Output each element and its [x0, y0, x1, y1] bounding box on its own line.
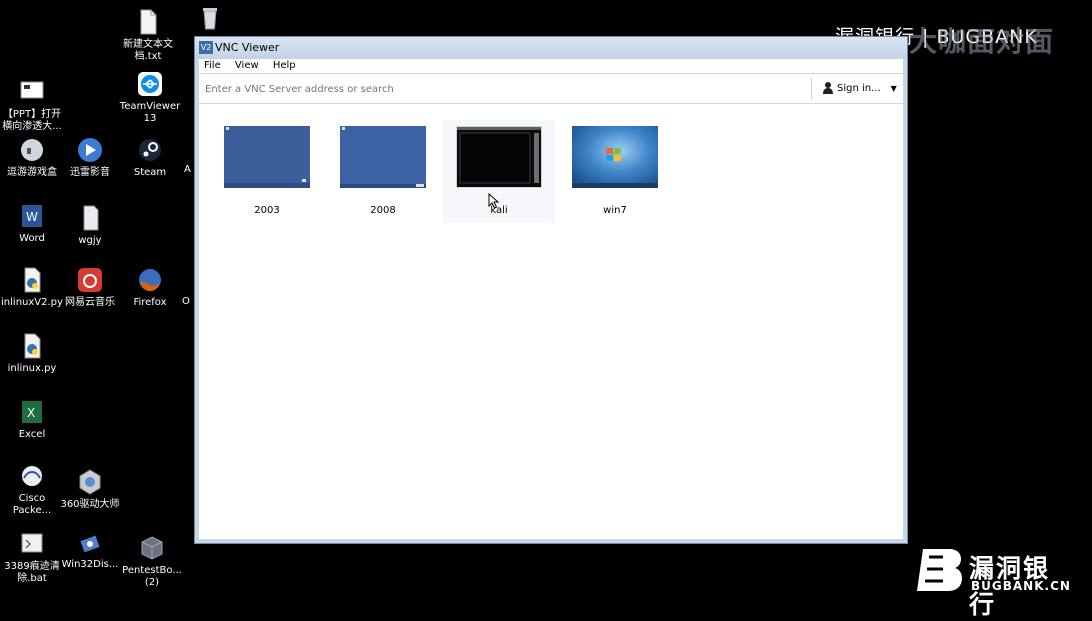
desktop-icon-word[interactable]: W Word: [0, 202, 64, 245]
desktop-icon-label: PentestBo... (2): [122, 565, 182, 588]
desktop-icon-cisco-packet-tracer[interactable]: Cisco Packe...: [0, 462, 64, 517]
win32disk-icon: [80, 535, 100, 553]
sign-in-button[interactable]: Sign in... ▼: [823, 82, 897, 94]
svg-text:W: W: [26, 210, 38, 224]
desktop-icon-label: Cisco Packe...: [12, 493, 52, 516]
connection-tile-win7[interactable]: win7: [571, 126, 659, 216]
desktop-icon-label: 迅雷影音: [70, 167, 110, 178]
desktop-icon-label: O: [182, 296, 190, 307]
ppt-shortcut-icon: [20, 81, 44, 99]
python-file-icon: [24, 267, 41, 293]
word-icon: W: [22, 205, 42, 227]
desktop-icon-label: 360驱动大师: [60, 499, 120, 510]
desktop-thumbnail: [224, 126, 310, 188]
bat-file-icon: [21, 533, 43, 553]
connection-name: 2008: [370, 205, 396, 216]
teamviewer-icon: [138, 72, 162, 96]
desktop-thumbnail: [340, 126, 426, 188]
cisco-packet-tracer-icon: [22, 466, 42, 486]
excel-icon: X: [22, 401, 42, 423]
desktop-icon-label: TeamViewer 13: [119, 101, 181, 124]
desktop-icon-label: Word: [19, 233, 45, 244]
desktop-icon-ppt-shortcut[interactable]: 【PPT】打开 横向渗透大...: [0, 78, 64, 133]
desktop-icon-label: 逗游游戏盒: [7, 167, 57, 178]
desktop-icon-label: Win32Dis...: [61, 559, 119, 570]
menu-file[interactable]: File: [204, 59, 221, 73]
desktop-icon-netease-music[interactable]: 网易云音乐: [58, 266, 122, 309]
firefox-icon: [139, 269, 161, 291]
window-title: VNC Viewer: [215, 41, 280, 54]
desktop-icon-partial-o[interactable]: O: [164, 296, 194, 308]
address-bar-divider: [811, 78, 812, 99]
desktop-icon-label: inlinux.py: [7, 363, 57, 374]
desktop-icon-game-box[interactable]: 逗游游戏盒: [0, 136, 64, 179]
chevron-down-icon: ▼: [890, 84, 897, 93]
desktop-thumbnail: [456, 126, 542, 188]
bugbank-logo: 漏洞银行 BUGBANK.CN: [915, 547, 1075, 619]
netease-music-icon: [78, 268, 102, 292]
bugbank-logo-mark: [917, 549, 962, 591]
svg-text:X: X: [27, 406, 35, 420]
connection-tile-2008[interactable]: 2008: [339, 126, 427, 216]
desktop-icon-label: 网易云音乐: [65, 297, 115, 308]
driver-master-icon: [79, 469, 101, 495]
menu-view[interactable]: View: [235, 59, 259, 73]
vnc-viewer-window[interactable]: V2 VNC Viewer File View Help Sign in... ▼…: [194, 36, 908, 544]
vnc-app-icon: V2: [199, 41, 213, 54]
watermark-overlay-text: 大咖面对面: [909, 25, 1055, 58]
address-bar: Sign in... ▼: [199, 74, 903, 104]
python-file-icon: [24, 333, 41, 359]
connection-name: 2003: [254, 205, 280, 216]
desktop-icon-label: A: [184, 164, 191, 175]
xunlei-player-icon: [78, 138, 102, 162]
steam-icon: [139, 139, 161, 161]
pentestbox-icon: [141, 536, 163, 560]
logo-subtitle: BUGBANK.CN: [971, 579, 1071, 593]
connection-name: win7: [603, 205, 627, 216]
menu-bar: File View Help: [199, 59, 903, 73]
desktop-icon-label: wgjy: [78, 235, 102, 246]
desktop-icon-wgjy[interactable]: wgjy: [58, 204, 122, 247]
desktop-icon-inlinuxv2[interactable]: inlinuxV2.py: [0, 266, 64, 309]
desktop-icon-teamviewer[interactable]: TeamViewer 13: [118, 70, 182, 125]
connection-tile-2003[interactable]: 2003: [223, 126, 311, 216]
window-titlebar[interactable]: V2 VNC Viewer: [195, 37, 907, 59]
text-file-icon: [140, 9, 157, 35]
desktop-thumbnail: [572, 126, 658, 188]
desktop-icon-inlinux[interactable]: inlinux.py: [0, 332, 64, 375]
mouse-cursor-icon: [488, 193, 500, 209]
desktop-icon-partial-a[interactable]: A: [164, 164, 194, 176]
game-box-icon: [21, 139, 43, 161]
desktop-icon-recycle-bin[interactable]: [178, 4, 242, 35]
server-address-input[interactable]: [203, 79, 807, 99]
sign-in-label: Sign in...: [837, 83, 881, 94]
desktop-icon-xunlei-player[interactable]: 迅雷影音: [58, 136, 122, 179]
desktop-icon-360-driver[interactable]: 360驱动大师: [58, 468, 122, 511]
folder-file-icon: [83, 205, 99, 231]
desktop-icon-label: 【PPT】打开 横向渗透大...: [2, 109, 62, 132]
desktop-icon-label: inlinuxV2.py: [1, 297, 63, 308]
desktop-icon-label: 3389痕迹清 除.bat: [4, 561, 60, 584]
desktop-icon-3389-bat[interactable]: 3389痕迹清 除.bat: [0, 530, 64, 585]
desktop-icon-win32diskimager[interactable]: Win32Dis...: [58, 528, 122, 571]
recycle-bin-icon: [203, 8, 217, 30]
desktop-icon-label: 新建文本文 档.txt: [123, 39, 173, 62]
menu-help[interactable]: Help: [273, 59, 296, 73]
user-icon: [823, 82, 833, 94]
connections-area: 2003 2008 kali win7: [199, 104, 903, 539]
desktop-icon-label: Excel: [18, 429, 46, 440]
desktop-icon-excel[interactable]: X Excel: [0, 398, 64, 441]
desktop-icon-pentestbox[interactable]: PentestBo... (2): [120, 534, 184, 589]
desktop-icon-new-text-file[interactable]: 新建文本文 档.txt: [116, 8, 180, 63]
